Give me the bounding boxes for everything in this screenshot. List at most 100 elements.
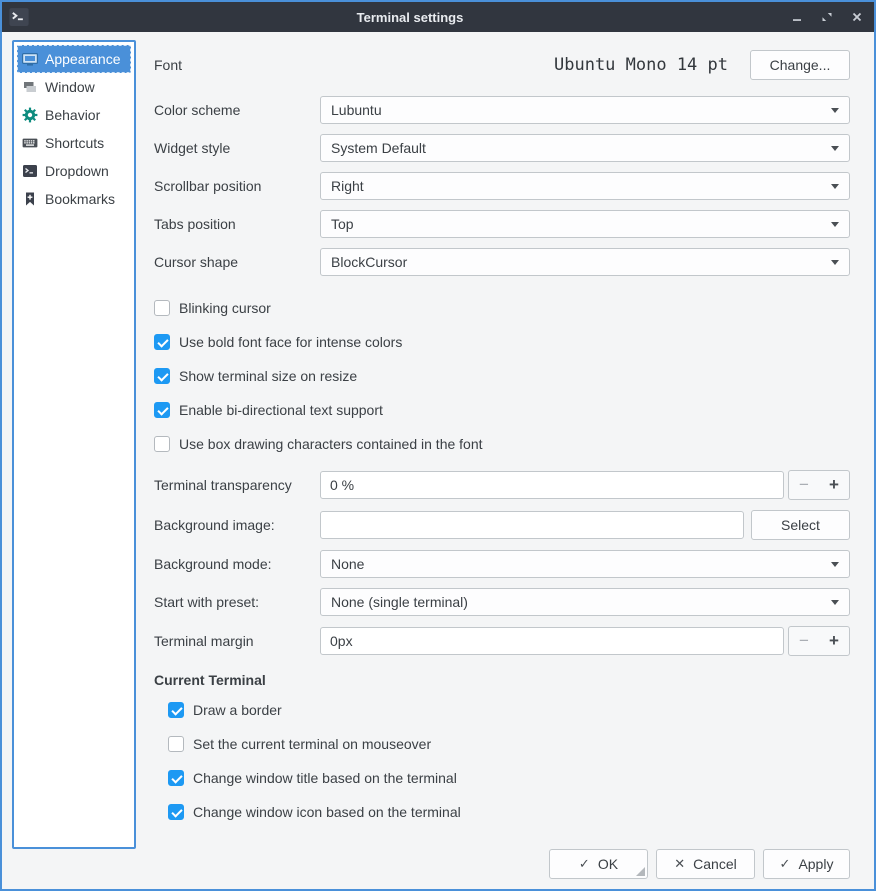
cancel-button-label: Cancel (693, 856, 737, 872)
sidebar-item-label: Dropdown (45, 163, 109, 179)
tabs-position-label: Tabs position (154, 216, 320, 232)
checkbox-icon (154, 300, 170, 316)
window-menu-terminal-icon[interactable] (8, 6, 30, 28)
combo-value: None (single terminal) (331, 594, 468, 610)
checkbox-label: Show terminal size on resize (179, 368, 357, 384)
combo-value: None (331, 556, 364, 572)
default-button-indicator (636, 867, 645, 876)
checkbox-icon (168, 736, 184, 752)
checkbox-set-terminal-on-mouseover[interactable]: Set the current terminal on mouseover (168, 736, 850, 752)
background-image-select-button[interactable]: Select (751, 510, 850, 540)
close-icon[interactable] (850, 10, 864, 24)
sidebar-item-dropdown[interactable]: Dropdown (17, 157, 131, 185)
color-scheme-select[interactable]: Lubuntu (320, 96, 850, 124)
widget-style-select[interactable]: System Default (320, 134, 850, 162)
chevron-down-icon (831, 260, 839, 265)
sidebar-item-label: Behavior (45, 107, 100, 123)
combo-value: Right (331, 178, 364, 194)
chevron-down-icon (831, 600, 839, 605)
cursor-shape-label: Cursor shape (154, 254, 320, 270)
background-mode-select[interactable]: None (320, 550, 850, 578)
start-preset-label: Start with preset: (154, 594, 320, 610)
checkbox-blinking-cursor[interactable]: Blinking cursor (154, 300, 850, 316)
checkbox-checked-icon (168, 770, 184, 786)
checkbox-label: Draw a border (193, 702, 282, 718)
checkbox-checked-icon (154, 368, 170, 384)
checkbox-label: Use box drawing characters contained in … (179, 436, 483, 452)
combo-value: System Default (331, 140, 426, 156)
terminal-transparency-stepper: − + (788, 470, 850, 500)
ok-button-label: OK (598, 856, 618, 872)
checkbox-bold-font-intense-colors[interactable]: Use bold font face for intense colors (154, 334, 850, 350)
checkbox-change-window-icon[interactable]: Change window icon based on the terminal (168, 804, 850, 820)
cancel-button[interactable]: ✕ Cancel (656, 849, 755, 879)
combo-value: Lubuntu (331, 102, 382, 118)
background-image-label: Background image: (154, 517, 320, 533)
sidebar-item-label: Bookmarks (45, 191, 115, 207)
terminal-icon (22, 163, 38, 179)
checkbox-label: Enable bi-directional text support (179, 402, 383, 418)
widget-style-row: Widget style System Default (154, 134, 850, 162)
check-icon: ✓ (780, 856, 791, 872)
start-preset-select[interactable]: None (single terminal) (320, 588, 850, 616)
checkbox-change-window-title[interactable]: Change window title based on the termina… (168, 770, 850, 786)
color-scheme-row: Color scheme Lubuntu (154, 96, 850, 124)
change-font-button[interactable]: Change... (750, 50, 850, 80)
terminal-margin-input[interactable] (320, 627, 784, 655)
dialog-button-box: ✓ OK ✕ Cancel ✓ Apply (2, 849, 874, 889)
sidebar-item-appearance[interactable]: Appearance (17, 45, 131, 73)
background-image-row: Background image: Select (154, 510, 850, 540)
background-mode-row: Background mode: None (154, 550, 850, 578)
chevron-down-icon (831, 222, 839, 227)
checkbox-icon (154, 436, 170, 452)
tabs-position-row: Tabs position Top (154, 210, 850, 238)
cross-icon: ✕ (674, 856, 685, 872)
cursor-shape-select[interactable]: BlockCursor (320, 248, 850, 276)
apply-button[interactable]: ✓ Apply (763, 849, 850, 879)
widget-style-label: Widget style (154, 140, 320, 156)
start-preset-row: Start with preset: None (single terminal… (154, 588, 850, 616)
restore-icon[interactable] (820, 10, 834, 24)
cursor-shape-row: Cursor shape BlockCursor (154, 248, 850, 276)
checkbox-bidirectional-text[interactable]: Enable bi-directional text support (154, 402, 850, 418)
chevron-down-icon (831, 108, 839, 113)
sidebar-item-shortcuts[interactable]: Shortcuts (17, 129, 131, 157)
plus-icon[interactable]: + (829, 475, 839, 495)
sidebar-item-window[interactable]: Window (17, 73, 131, 101)
minimize-icon[interactable] (790, 10, 804, 24)
checkbox-label: Change window icon based on the terminal (193, 804, 461, 820)
sidebar-item-behavior[interactable]: Behavior (17, 101, 131, 129)
checkbox-box-drawing-characters[interactable]: Use box drawing characters contained in … (154, 436, 850, 452)
current-terminal-header: Current Terminal (154, 672, 850, 688)
checkbox-checked-icon (168, 804, 184, 820)
minus-icon[interactable]: − (799, 631, 809, 651)
checkbox-label: Change window title based on the termina… (193, 770, 457, 786)
bookmark-plus-icon (22, 191, 38, 207)
sidebar-item-bookmarks[interactable]: Bookmarks (17, 185, 131, 213)
cursor-options-group: Blinking cursor Use bold font face for i… (154, 300, 850, 470)
font-row: Font Ubuntu Mono 14 pt Change... (154, 50, 850, 80)
main-area: Appearance Window Behavior Shortcuts (2, 32, 874, 849)
terminal-settings-window: Terminal settings Appearance (0, 0, 876, 891)
ok-button[interactable]: ✓ OK (549, 849, 648, 879)
color-scheme-label: Color scheme (154, 102, 320, 118)
plus-icon[interactable]: + (829, 631, 839, 651)
tabs-position-select[interactable]: Top (320, 210, 850, 238)
chevron-down-icon (831, 184, 839, 189)
checkbox-show-terminal-size[interactable]: Show terminal size on resize (154, 368, 850, 384)
font-label: Font (154, 57, 320, 73)
minus-icon[interactable]: − (799, 475, 809, 495)
check-icon: ✓ (579, 856, 590, 872)
terminal-transparency-input[interactable] (320, 471, 784, 499)
terminal-margin-label: Terminal margin (154, 633, 320, 649)
combo-value: Top (331, 216, 354, 232)
scrollbar-position-row: Scrollbar position Right (154, 172, 850, 200)
combo-value: BlockCursor (331, 254, 407, 270)
current-terminal-group: Draw a border Set the current terminal o… (154, 702, 850, 838)
background-image-input[interactable] (320, 511, 744, 539)
checkbox-draw-border[interactable]: Draw a border (168, 702, 850, 718)
terminal-transparency-row: Terminal transparency − + (154, 470, 850, 500)
checkbox-checked-icon (168, 702, 184, 718)
settings-category-list: Appearance Window Behavior Shortcuts (12, 40, 136, 849)
scrollbar-position-select[interactable]: Right (320, 172, 850, 200)
